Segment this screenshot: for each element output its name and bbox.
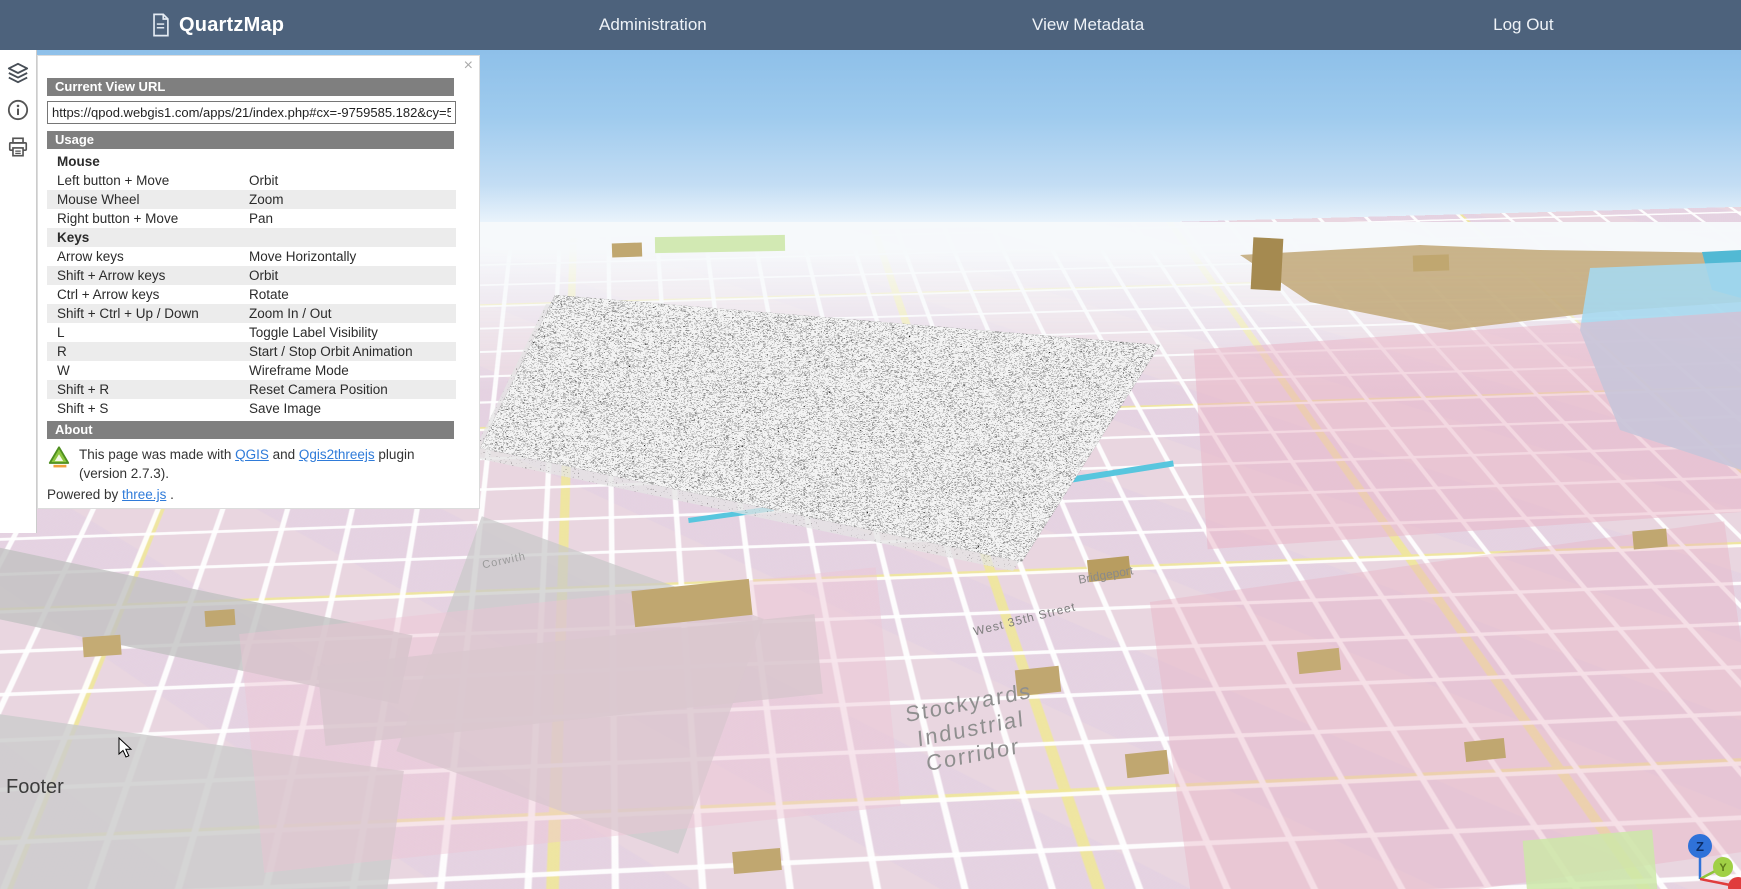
threejs-link[interactable]: three.js xyxy=(122,487,166,502)
about-text-part: This page was made with xyxy=(79,447,235,462)
about-text: This page was made with QGIS and Qgis2th… xyxy=(79,445,454,483)
usage-row: Shift + Arrow keysOrbit xyxy=(47,266,456,285)
nav-administration[interactable]: Administration xyxy=(599,15,707,35)
usage-key-cell: W xyxy=(47,361,239,380)
about-row: This page was made with QGIS and Qgis2th… xyxy=(47,445,454,483)
qgis-link[interactable]: QGIS xyxy=(235,447,269,462)
building-footprint xyxy=(204,609,235,627)
usage-key-cell: R xyxy=(47,342,239,361)
usage-row: Left button + MoveOrbit xyxy=(47,171,456,190)
usage-value-cell xyxy=(239,152,456,171)
park-area xyxy=(655,235,785,253)
park-area xyxy=(1523,829,1658,889)
usage-row: Mouse WheelZoom xyxy=(47,190,456,209)
axis-y-label: Y xyxy=(1719,862,1727,874)
usage-row: Right button + MovePan xyxy=(47,209,456,228)
building-footprint xyxy=(1464,738,1506,762)
footer-label: Footer xyxy=(6,776,64,799)
usage-key-cell: Shift + S xyxy=(47,399,239,418)
sidebar-toolbar xyxy=(0,50,37,533)
usage-key-cell: Keys xyxy=(47,228,239,247)
qgis2threejs-link[interactable]: Qgis2threejs xyxy=(299,447,375,462)
usage-value-cell: Zoom xyxy=(239,190,456,209)
mouse-cursor xyxy=(118,737,134,759)
usage-key-cell: Shift + R xyxy=(47,380,239,399)
document-icon xyxy=(151,13,170,37)
usage-row: Shift + RReset Camera Position xyxy=(47,380,456,399)
help-panel: × Current View URL Usage MouseLeft butto… xyxy=(37,55,480,509)
usage-value-cell: Reset Camera Position xyxy=(239,380,456,399)
powered-text-part: . xyxy=(166,487,174,502)
panel-close-button[interactable]: × xyxy=(464,58,473,74)
building-footprint xyxy=(1413,254,1450,271)
usage-key-cell: Left button + Move xyxy=(47,171,239,190)
layers-button[interactable] xyxy=(4,59,32,87)
building-footprint xyxy=(1125,750,1169,778)
powered-text-part: Powered by xyxy=(47,487,122,502)
print-button[interactable] xyxy=(4,133,32,161)
usage-value-cell: Wireframe Mode xyxy=(239,361,456,380)
building-footprint xyxy=(1632,529,1667,550)
usage-row: Arrow keysMove Horizontally xyxy=(47,247,456,266)
usage-key-cell: Mouse Wheel xyxy=(47,190,239,209)
axis-x-ball xyxy=(1728,877,1741,889)
usage-row: LToggle Label Visibility xyxy=(47,323,456,342)
print-icon xyxy=(7,136,29,158)
url-section-header: Current View URL xyxy=(47,78,454,96)
usage-key-cell: L xyxy=(47,323,239,342)
usage-key-cell: Shift + Arrow keys xyxy=(47,266,239,285)
usage-key-cell: Right button + Move xyxy=(47,209,239,228)
building-footprint xyxy=(82,635,121,658)
axis-z-label: Z xyxy=(1696,839,1704,854)
building-footprint xyxy=(1015,666,1061,696)
qgis2threejs-logo-icon xyxy=(47,445,71,469)
axis-gizmo: Z Y xyxy=(1683,831,1741,889)
navbar: QuartzMap Administration View Metadata L… xyxy=(0,0,1741,50)
usage-value-cell: Zoom In / Out xyxy=(239,304,456,323)
usage-row: Ctrl + Arrow keysRotate xyxy=(47,285,456,304)
usage-row: Shift + SSave Image xyxy=(47,399,456,418)
usage-section-row: Keys xyxy=(47,228,456,247)
usage-table-body: MouseLeft button + MoveOrbitMouse WheelZ… xyxy=(47,152,456,418)
usage-value-cell: Orbit xyxy=(239,171,456,190)
usage-value-cell: Save Image xyxy=(239,399,456,418)
usage-row: RStart / Stop Orbit Animation xyxy=(47,342,456,361)
layers-icon xyxy=(7,62,29,84)
usage-value-cell: Toggle Label Visibility xyxy=(239,323,456,342)
building-footprint xyxy=(1297,648,1341,674)
building-footprint xyxy=(1251,237,1284,290)
building-footprint xyxy=(612,242,642,257)
usage-key-cell: Arrow keys xyxy=(47,247,239,266)
usage-section-header: Usage xyxy=(47,131,454,149)
nav-log-out[interactable]: Log Out xyxy=(1493,15,1554,35)
usage-key-cell: Mouse xyxy=(47,152,239,171)
about-text-part: and xyxy=(269,447,299,462)
usage-row: WWireframe Mode xyxy=(47,361,456,380)
usage-section-row: Mouse xyxy=(47,152,456,171)
residential-zone xyxy=(1194,311,1741,550)
info-icon xyxy=(7,99,29,121)
usage-value-cell: Rotate xyxy=(239,285,456,304)
info-button[interactable] xyxy=(4,96,32,124)
current-view-url-input[interactable] xyxy=(47,101,456,124)
about-section-header: About xyxy=(47,421,454,439)
nav-view-metadata[interactable]: View Metadata xyxy=(1032,15,1144,35)
brand-label: QuartzMap xyxy=(179,14,284,37)
usage-value-cell xyxy=(239,228,456,247)
usage-row: Shift + Ctrl + Up / DownZoom In / Out xyxy=(47,304,456,323)
usage-value-cell: Start / Stop Orbit Animation xyxy=(239,342,456,361)
usage-value-cell: Pan xyxy=(239,209,456,228)
usage-table: MouseLeft button + MoveOrbitMouse WheelZ… xyxy=(47,152,456,418)
usage-value-cell: Orbit xyxy=(239,266,456,285)
powered-by-line: Powered by three.js . xyxy=(47,487,454,502)
usage-key-cell: Shift + Ctrl + Up / Down xyxy=(47,304,239,323)
building-footprint xyxy=(1087,556,1131,582)
brand[interactable]: QuartzMap xyxy=(151,13,284,37)
usage-key-cell: Ctrl + Arrow keys xyxy=(47,285,239,304)
usage-value-cell: Move Horizontally xyxy=(239,247,456,266)
building-footprint xyxy=(732,848,782,874)
